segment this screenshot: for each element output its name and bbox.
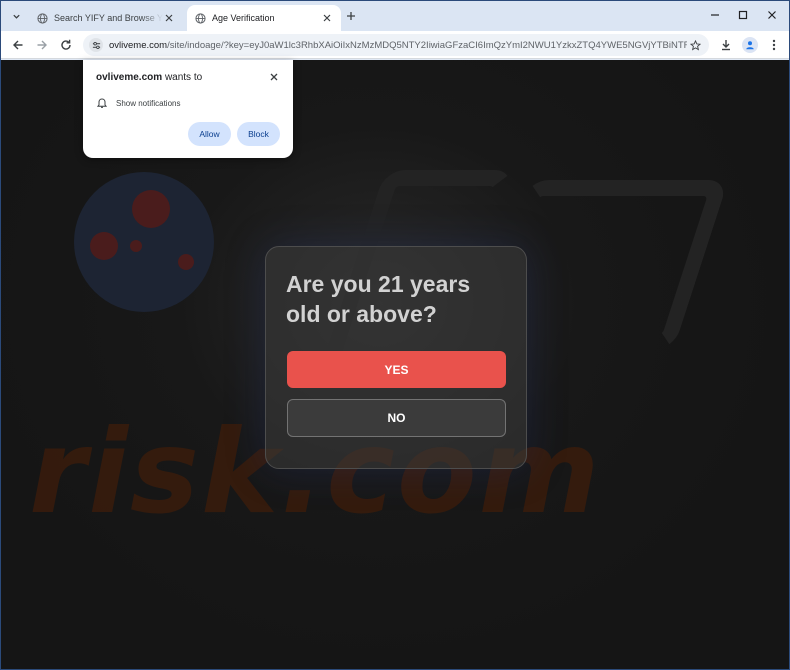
watermark-dot	[130, 240, 142, 252]
notification-permission-popup: ovliveme.com wants to Show notifications…	[83, 60, 293, 158]
popup-close-button[interactable]	[267, 70, 281, 84]
maximize-icon	[738, 10, 748, 20]
address-bar[interactable]: ovliveme.com/site/indoage/?key=eyJ0aW1lc…	[83, 34, 709, 56]
minimize-icon	[711, 14, 719, 16]
more-vert-icon	[772, 39, 776, 51]
tab-yify[interactable]: Search YIFY and Browse YTS Movies	[29, 5, 183, 31]
tab-age-verification[interactable]: Age Verification	[187, 5, 341, 31]
chevron-down-icon	[12, 14, 20, 19]
arrow-left-icon	[13, 40, 23, 50]
tab-search-button[interactable]	[7, 8, 25, 24]
tune-icon	[92, 41, 100, 49]
permission-label: Show notifications	[116, 98, 181, 108]
reload-icon	[61, 39, 71, 50]
popup-site: ovliveme.com	[96, 72, 163, 83]
arrow-right-icon	[37, 40, 47, 50]
close-window-button[interactable]	[764, 7, 780, 23]
close-icon	[768, 11, 776, 19]
allow-button[interactable]: Allow	[188, 122, 231, 146]
age-verification-dialog: Are you 21 years old or above? YES NO	[265, 246, 527, 469]
tab-title: Search YIFY and Browse YTS Movies	[54, 13, 163, 23]
globe-icon	[195, 12, 206, 24]
downloads-button[interactable]	[718, 37, 734, 53]
watermark-dot	[178, 254, 194, 270]
watermark-dot	[90, 232, 118, 260]
menu-button[interactable]	[766, 37, 782, 53]
globe-icon	[37, 12, 48, 24]
watermark-dot	[132, 190, 170, 228]
watermark-logo-circle	[74, 172, 214, 312]
popup-wants-to: wants to	[164, 72, 203, 83]
tab-title: Age Verification	[212, 13, 275, 23]
browser-window: Search YIFY and Browse YTS Movies Age Ve…	[0, 0, 790, 670]
url-text: ovliveme.com/site/indoage/?key=eyJ0aW1lc…	[109, 40, 687, 51]
person-icon	[746, 41, 754, 50]
forward-button[interactable]	[34, 37, 50, 53]
permission-row: Show notifications	[96, 97, 180, 109]
site-info-button[interactable]	[89, 38, 103, 52]
download-icon	[722, 40, 730, 51]
popup-title: ovliveme.com wants to	[96, 72, 202, 83]
url-path: /site/indoage/?key=eyJ0aW1lc3RhbXAiOiIxN…	[167, 39, 687, 51]
close-tab-icon[interactable]	[321, 12, 333, 24]
reload-button[interactable]	[58, 37, 74, 53]
close-icon	[270, 73, 278, 81]
bell-icon	[96, 97, 108, 109]
close-tab-icon[interactable]	[163, 12, 175, 24]
tab-strip: Search YIFY and Browse YTS Movies Age Ve…	[1, 1, 789, 31]
profile-button[interactable]	[742, 37, 758, 53]
new-tab-button[interactable]	[344, 9, 358, 23]
maximize-button[interactable]	[735, 7, 751, 23]
minimize-button[interactable]	[707, 7, 723, 23]
plus-icon	[347, 12, 355, 20]
block-button[interactable]: Block	[237, 122, 280, 146]
yes-button[interactable]: YES	[287, 351, 506, 388]
url-host: ovliveme.com	[109, 39, 168, 51]
bookmark-button[interactable]	[687, 37, 703, 53]
no-button[interactable]: NO	[287, 399, 506, 437]
back-button[interactable]	[10, 37, 26, 53]
browser-toolbar: ovliveme.com/site/indoage/?key=eyJ0aW1lc…	[1, 31, 789, 59]
star-icon	[689, 39, 701, 50]
age-question: Are you 21 years old or above?	[286, 271, 471, 327]
